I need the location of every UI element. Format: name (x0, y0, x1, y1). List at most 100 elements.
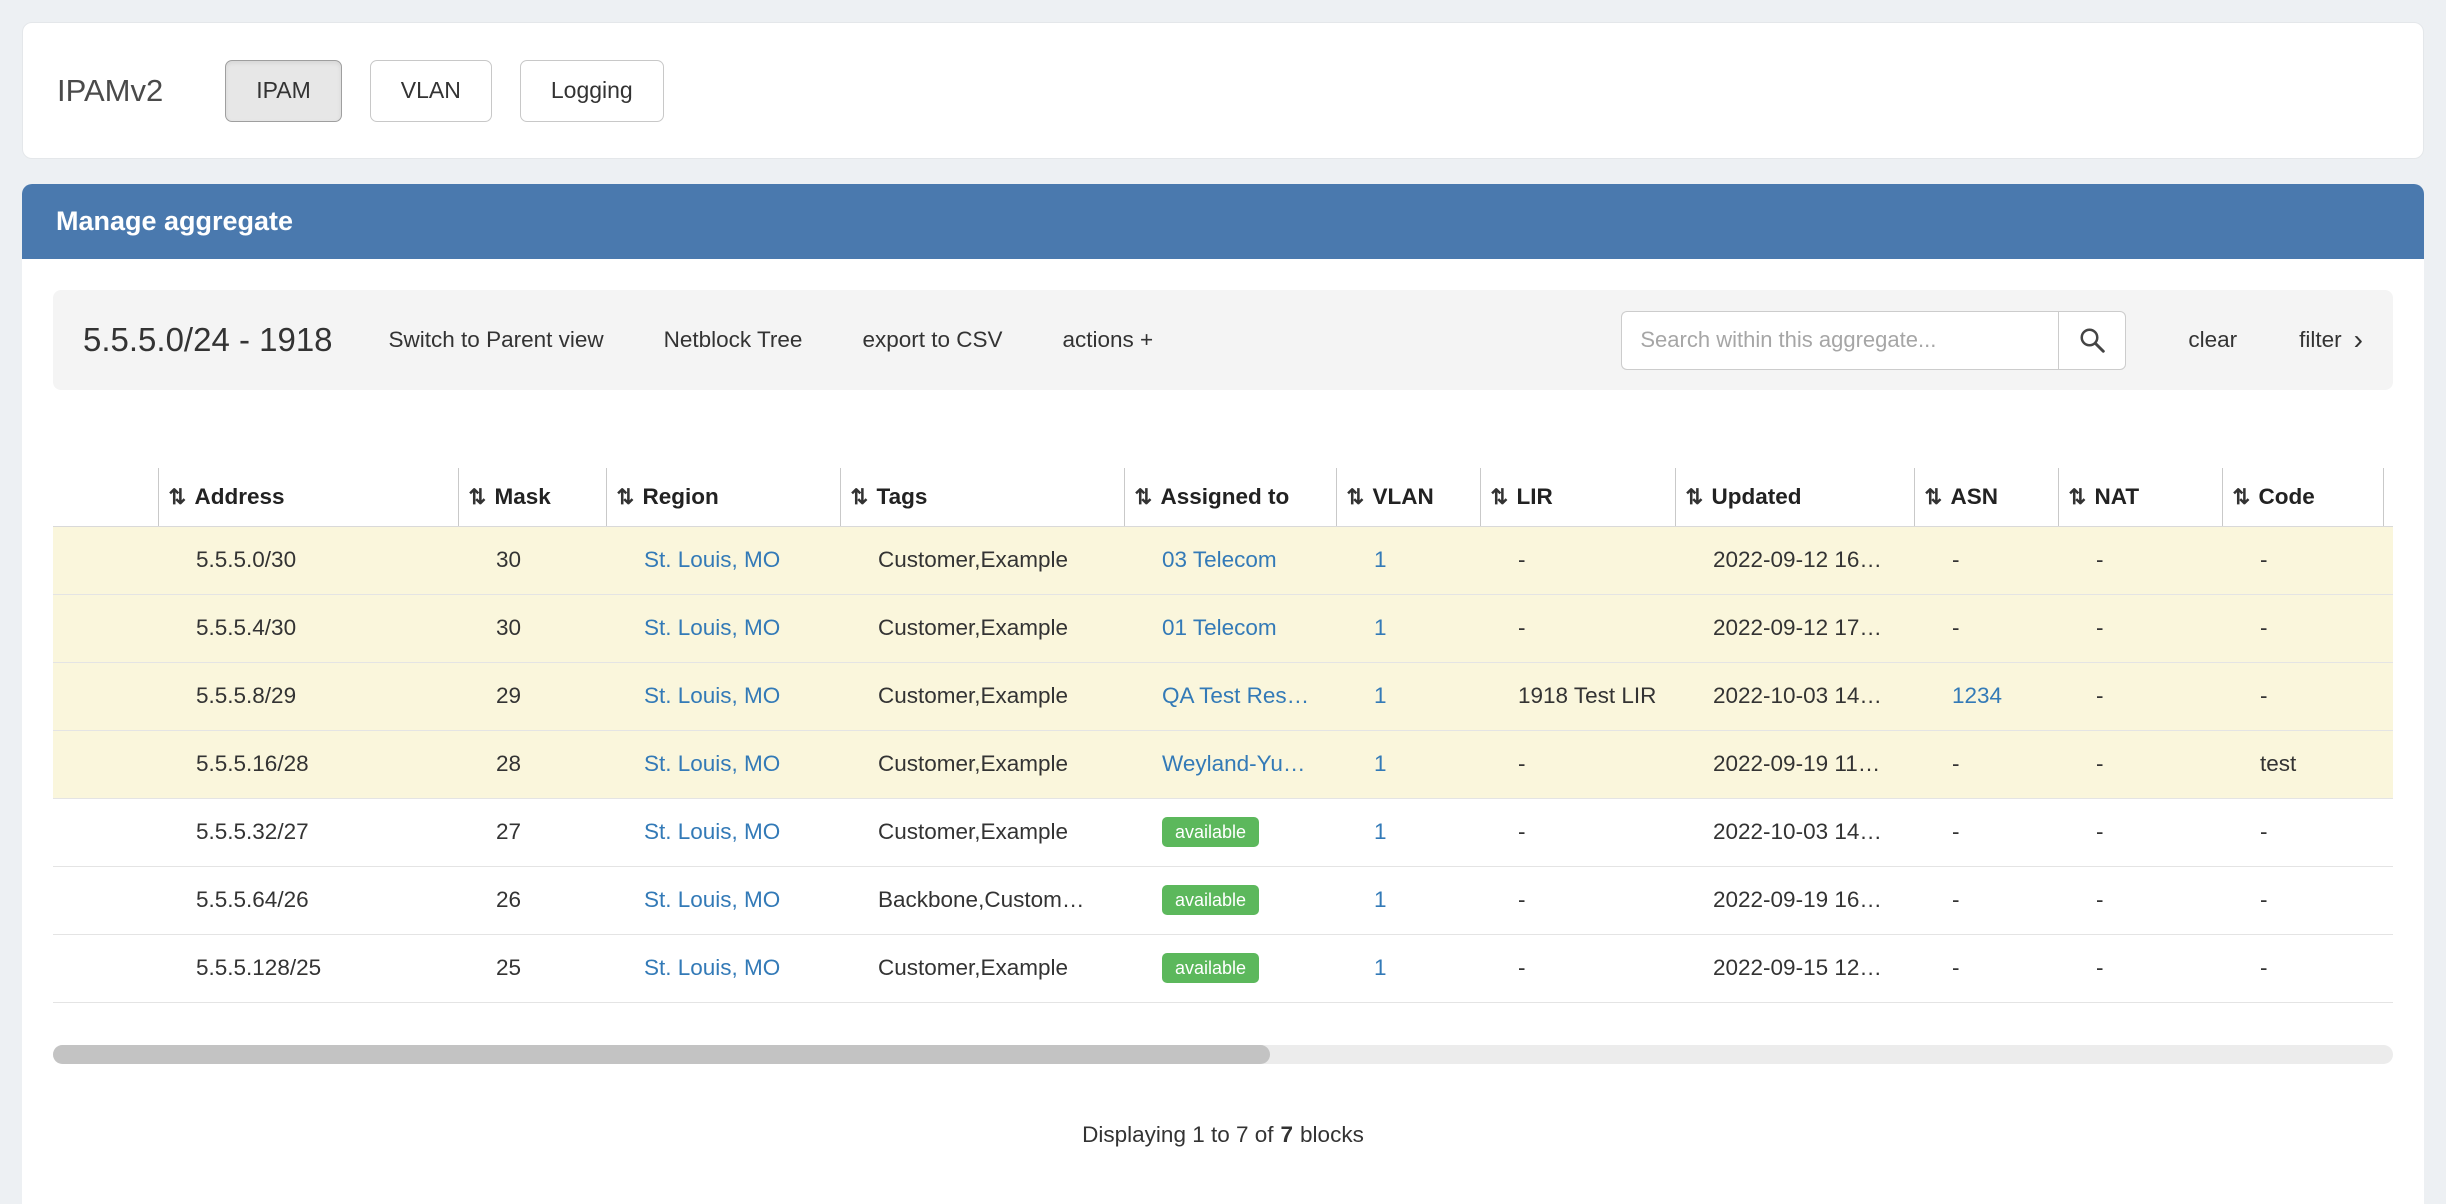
column-header-extra[interactable]: ⇅ (2383, 468, 2393, 526)
tab-ipam[interactable]: IPAM (225, 60, 342, 122)
region-link[interactable]: St. Louis, MO (644, 683, 780, 708)
table-row[interactable]: 5.5.5.128/2525St. Louis, MOCustomer,Exam… (53, 934, 2393, 1002)
footer-prefix: Displaying 1 to 7 of (1082, 1122, 1273, 1148)
tab-logging[interactable]: Logging (520, 60, 664, 122)
column-header-code[interactable]: ⇅Code (2222, 468, 2383, 526)
vlan-link[interactable]: 1 (1374, 615, 1387, 640)
region-link[interactable]: St. Louis, MO (644, 819, 780, 844)
table-row[interactable]: 5.5.5.32/2727St. Louis, MOCustomer,Examp… (53, 798, 2393, 866)
cell-updated: 2022-09-19 16… (1675, 866, 1914, 934)
cell-region: St. Louis, MO (606, 934, 840, 1002)
clear-link[interactable]: clear (2188, 327, 2237, 353)
assigned-link[interactable]: Weyland-Yu… (1162, 751, 1305, 776)
cell-tags: Customer,Example (840, 730, 1124, 798)
sort-icon: ⇅ (617, 485, 643, 510)
search-input[interactable] (1621, 311, 2058, 370)
column-header-tags[interactable]: ⇅Tags (840, 468, 1124, 526)
panel-body: 5.5.5.0/24 - 1918 Switch to Parent view … (22, 259, 2424, 1179)
switch-parent-view-link[interactable]: Switch to Parent view (389, 327, 604, 353)
cell-updated: 2022-10-03 14… (1675, 798, 1914, 866)
cell-nat: - (2058, 526, 2222, 594)
vlan-link[interactable]: 1 (1374, 955, 1387, 980)
cell-updated: 2022-09-19 11… (1675, 730, 1914, 798)
asn-link[interactable]: 1234 (1952, 683, 2002, 708)
cell-code: - (2222, 526, 2383, 594)
assigned-link[interactable]: 03 Telecom (1162, 547, 1277, 572)
cell-updated: 2022-10-03 14… (1675, 662, 1914, 730)
cell-assigned: 03 Telecom (1124, 526, 1336, 594)
cell-tags: Backbone,Custom… (840, 866, 1124, 934)
cell-lir: - (1480, 934, 1675, 1002)
column-label: NAT (2095, 484, 2140, 509)
table-row[interactable]: 5.5.5.64/2626St. Louis, MOBackbone,Custo… (53, 866, 2393, 934)
cell-code: - (2222, 594, 2383, 662)
panel-header: Manage aggregate (22, 184, 2424, 259)
cell-code: - (2222, 662, 2383, 730)
region-link[interactable]: St. Louis, MO (644, 751, 780, 776)
cell-nat: - (2058, 866, 2222, 934)
filter-link[interactable]: filter › (2299, 326, 2363, 354)
column-header-asn[interactable]: ⇅ASN (1914, 468, 2058, 526)
column-header-mask[interactable]: ⇅Mask (458, 468, 606, 526)
cell-updated: 2022-09-15 12… (1675, 934, 1914, 1002)
vlan-link[interactable]: 1 (1374, 751, 1387, 776)
cell-region: St. Louis, MO (606, 866, 840, 934)
cell-extra (2383, 798, 2393, 866)
app-tabs: IPAM VLAN Logging (225, 60, 663, 122)
vlan-link[interactable]: 1 (1374, 819, 1387, 844)
column-header-assigned[interactable]: ⇅Assigned to (1124, 468, 1336, 526)
sort-icon: ⇅ (1686, 485, 1712, 510)
cell-region: St. Louis, MO (606, 730, 840, 798)
horizontal-scrollbar[interactable] (53, 1045, 2393, 1064)
scrollbar-thumb[interactable] (53, 1045, 1270, 1064)
sort-icon: ⇅ (1135, 485, 1161, 510)
sort-icon: ⇅ (2233, 485, 2259, 510)
cell-extra (2383, 866, 2393, 934)
cell-lir: - (1480, 730, 1675, 798)
column-header-region[interactable]: ⇅Region (606, 468, 840, 526)
column-header-vlan[interactable]: ⇅VLAN (1336, 468, 1480, 526)
table-row[interactable]: 5.5.5.8/2929St. Louis, MOCustomer,Exampl… (53, 662, 2393, 730)
column-header-updated[interactable]: ⇅Updated (1675, 468, 1914, 526)
region-link[interactable]: St. Louis, MO (644, 955, 780, 980)
export-csv-link[interactable]: export to CSV (862, 327, 1002, 353)
vlan-link[interactable]: 1 (1374, 683, 1387, 708)
cell-spacer (53, 662, 158, 730)
cell-asn: 1234 (1914, 662, 2058, 730)
region-link[interactable]: St. Louis, MO (644, 615, 780, 640)
sort-icon: ⇅ (169, 485, 195, 510)
column-label: Mask (495, 484, 551, 509)
sort-icon: ⇅ (469, 485, 495, 510)
chevron-right-icon: › (2354, 326, 2363, 354)
region-link[interactable]: St. Louis, MO (644, 547, 780, 572)
app-title: IPAMv2 (57, 73, 163, 109)
column-label: Assigned to (1161, 484, 1290, 509)
aggregate-toolbar: 5.5.5.0/24 - 1918 Switch to Parent view … (53, 290, 2393, 390)
vlan-link[interactable]: 1 (1374, 887, 1387, 912)
search-group (1621, 311, 2126, 370)
table-row[interactable]: 5.5.5.0/3030St. Louis, MOCustomer,Exampl… (53, 526, 2393, 594)
cell-vlan: 1 (1336, 730, 1480, 798)
cell-nat: - (2058, 594, 2222, 662)
cell-address: 5.5.5.8/29 (158, 662, 458, 730)
cell-tags: Customer,Example (840, 934, 1124, 1002)
tab-vlan[interactable]: VLAN (370, 60, 492, 122)
column-header-address[interactable]: ⇅Address (158, 468, 458, 526)
cell-code: - (2222, 866, 2383, 934)
table-row[interactable]: 5.5.5.16/2828St. Louis, MOCustomer,Examp… (53, 730, 2393, 798)
column-header-nat[interactable]: ⇅NAT (2058, 468, 2222, 526)
cell-assigned: available (1124, 798, 1336, 866)
cell-extra (2383, 730, 2393, 798)
search-button[interactable] (2058, 311, 2126, 370)
netblock-tree-link[interactable]: Netblock Tree (664, 327, 803, 353)
column-header-lir[interactable]: ⇅LIR (1480, 468, 1675, 526)
region-link[interactable]: St. Louis, MO (644, 887, 780, 912)
table-header-row: ⇅Address⇅Mask⇅Region⇅Tags⇅Assigned to⇅VL… (53, 468, 2393, 526)
assigned-link[interactable]: QA Test Res… (1162, 683, 1309, 708)
table-row[interactable]: 5.5.5.4/3030St. Louis, MOCustomer,Exampl… (53, 594, 2393, 662)
assigned-link[interactable]: 01 Telecom (1162, 615, 1277, 640)
cell-nat: - (2058, 662, 2222, 730)
actions-menu-link[interactable]: actions + (1063, 327, 1154, 353)
footer-total: 7 (1281, 1122, 1294, 1148)
vlan-link[interactable]: 1 (1374, 547, 1387, 572)
